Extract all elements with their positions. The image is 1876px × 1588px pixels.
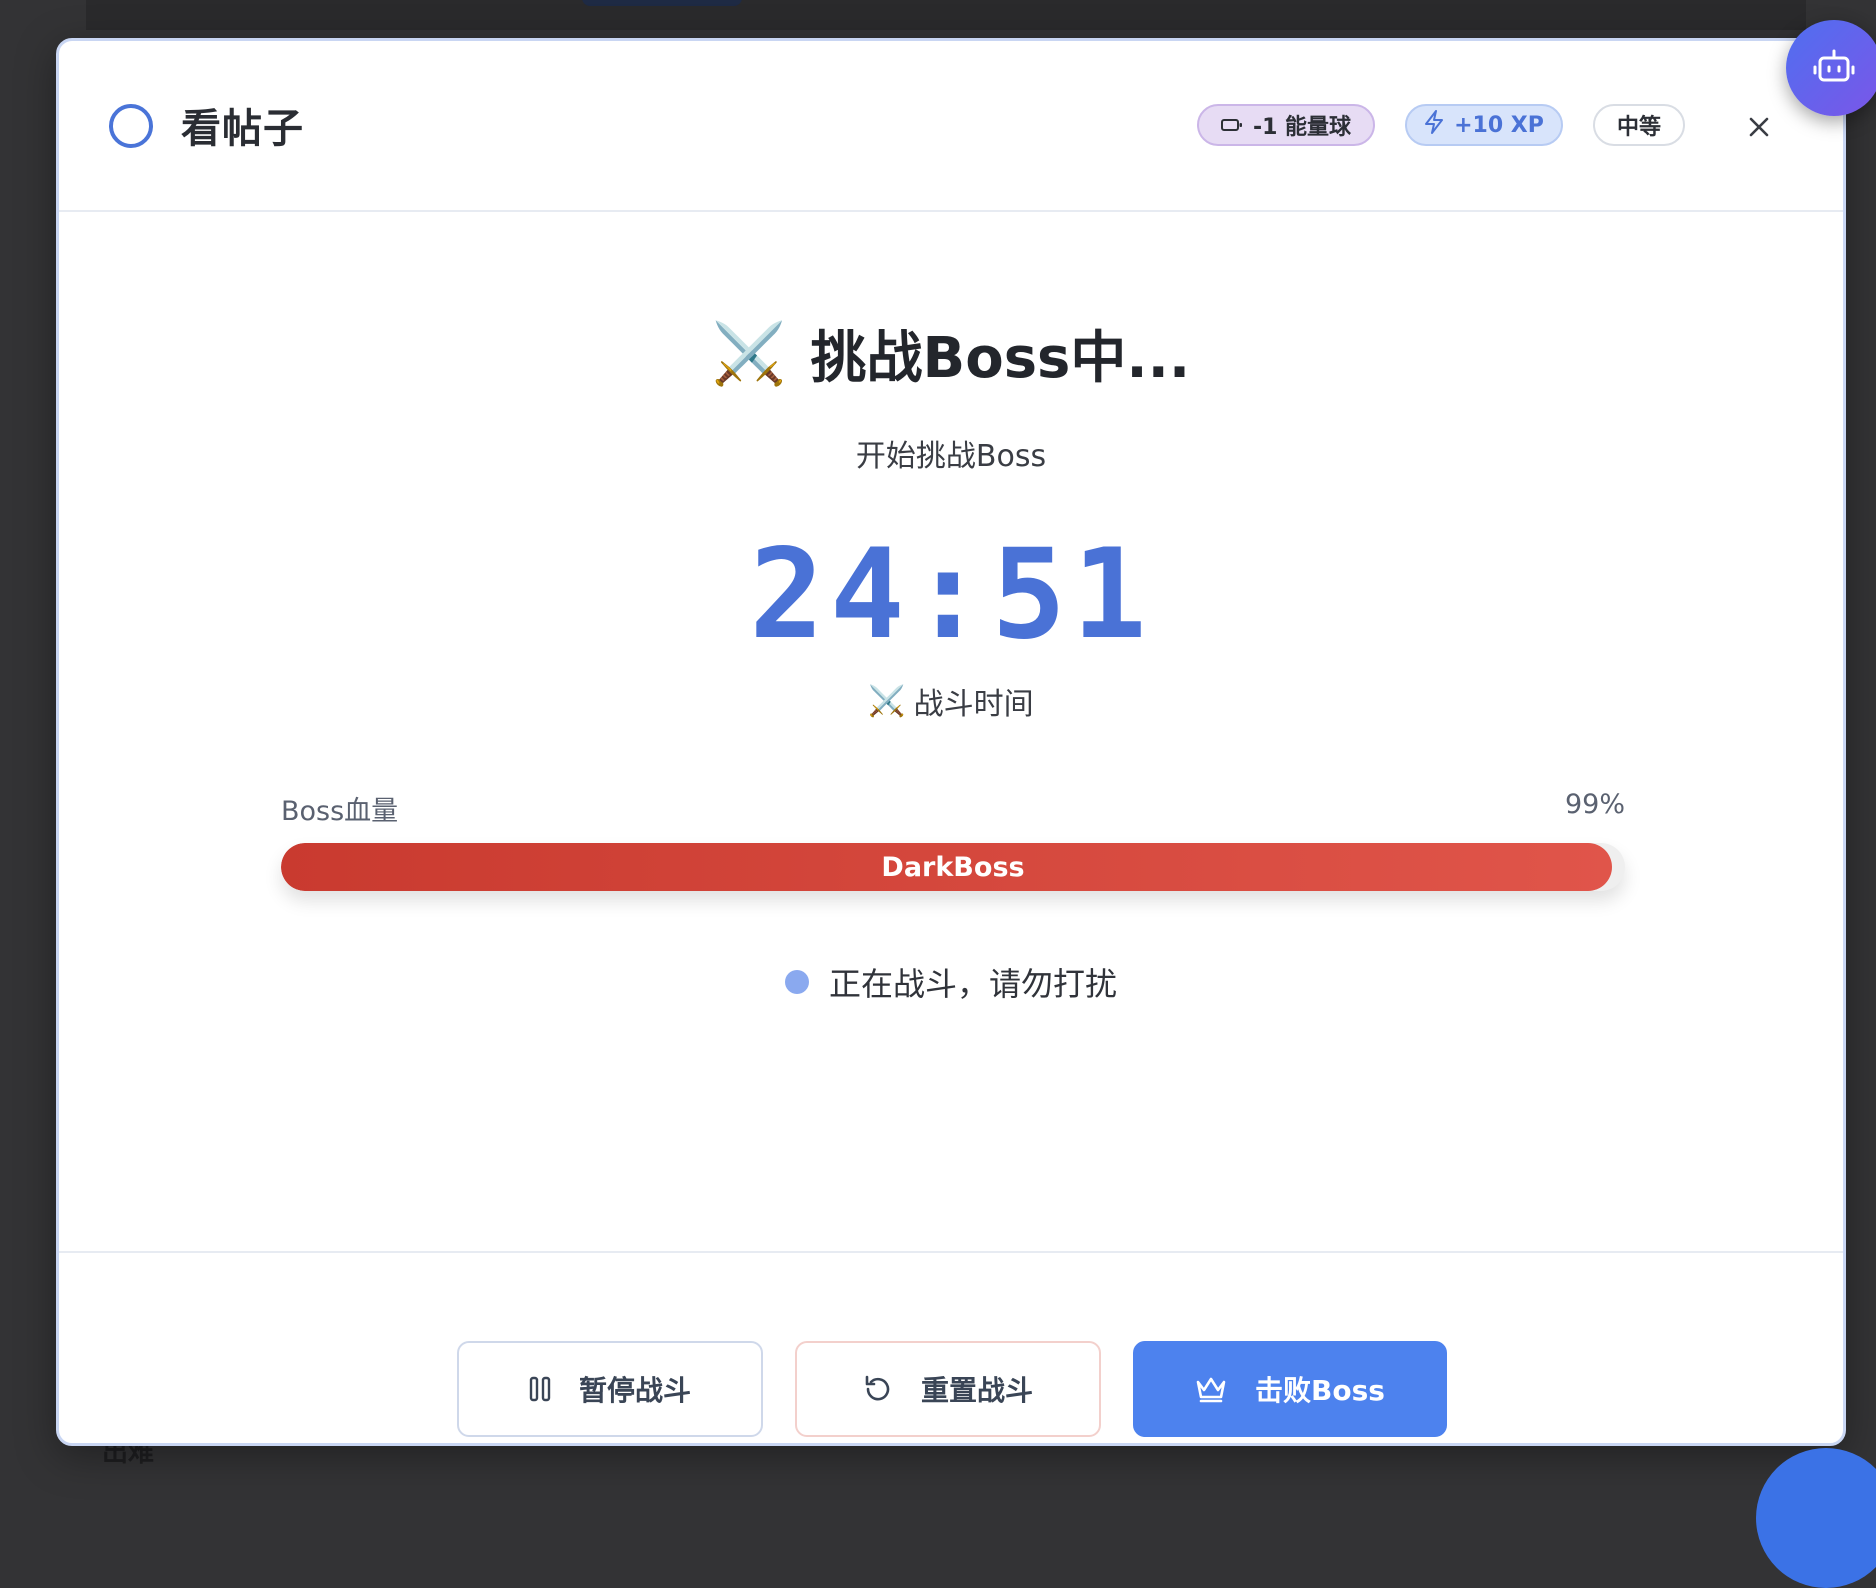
crossed-swords-icon: ⚔️ — [712, 324, 787, 384]
boss-hp-percent: 99% — [1565, 789, 1625, 820]
boss-name: DarkBoss — [281, 843, 1625, 891]
reset-battle-button[interactable]: 重置战斗 — [795, 1341, 1101, 1437]
crown-icon — [1195, 1375, 1227, 1403]
pause-icon — [529, 1376, 551, 1402]
difficulty-label: 中等 — [1617, 109, 1661, 141]
battle-status: 正在战斗，请勿打扰 — [59, 959, 1843, 1005]
battle-status-text: 正在战斗，请勿打扰 — [829, 959, 1117, 1005]
modal-footer: 暂停战斗 重置战斗 击败Boss — [59, 1251, 1843, 1446]
status-circle-icon[interactable] — [109, 104, 153, 148]
crossed-swords-small-icon: ⚔️ — [868, 684, 905, 719]
task-title: 看帖子 — [181, 96, 304, 154]
close-icon — [1747, 115, 1771, 139]
close-button[interactable] — [1739, 107, 1779, 147]
status-dot-icon — [785, 970, 809, 994]
rotate-ccw-icon — [863, 1374, 893, 1404]
timer-caption-text: 战斗时间 — [914, 679, 1034, 723]
battle-title: 挑战Boss中... — [811, 313, 1191, 394]
timer-caption: ⚔️ 战斗时间 — [59, 679, 1843, 723]
pause-battle-button[interactable]: 暂停战斗 — [457, 1341, 763, 1437]
assistant-fab[interactable] — [1786, 20, 1876, 116]
boss-battle-modal: 看帖子 -1 能量球 +10 XP 中等 — [56, 38, 1846, 1446]
xp-reward-badge: +10 XP — [1405, 104, 1563, 146]
pause-battle-label: 暂停战斗 — [579, 1369, 691, 1409]
difficulty-badge: 中等 — [1593, 104, 1685, 146]
boss-hp-label: Boss血量 — [281, 789, 398, 828]
battery-icon — [1221, 113, 1243, 138]
xp-reward-label: +10 XP — [1454, 113, 1544, 138]
reset-battle-label: 重置战斗 — [921, 1369, 1033, 1409]
background-top-strip — [86, 0, 1806, 30]
battle-subtitle: 开始挑战Boss — [59, 431, 1843, 475]
defeat-boss-label: 击败Boss — [1255, 1369, 1385, 1409]
energy-cost-badge: -1 能量球 — [1197, 104, 1375, 146]
background-tab-indicator — [582, 0, 742, 6]
boss-hp-bar: DarkBoss — [281, 843, 1625, 891]
battle-heading: ⚔️ 挑战Boss中... — [59, 313, 1843, 394]
energy-cost-label: -1 能量球 — [1253, 109, 1351, 141]
robot-icon — [1812, 48, 1856, 88]
battle-timer: 24:51 — [59, 523, 1843, 667]
defeat-boss-button[interactable]: 击败Boss — [1133, 1341, 1447, 1437]
modal-header: 看帖子 -1 能量球 +10 XP 中等 — [59, 41, 1843, 212]
lightning-icon — [1424, 110, 1444, 140]
